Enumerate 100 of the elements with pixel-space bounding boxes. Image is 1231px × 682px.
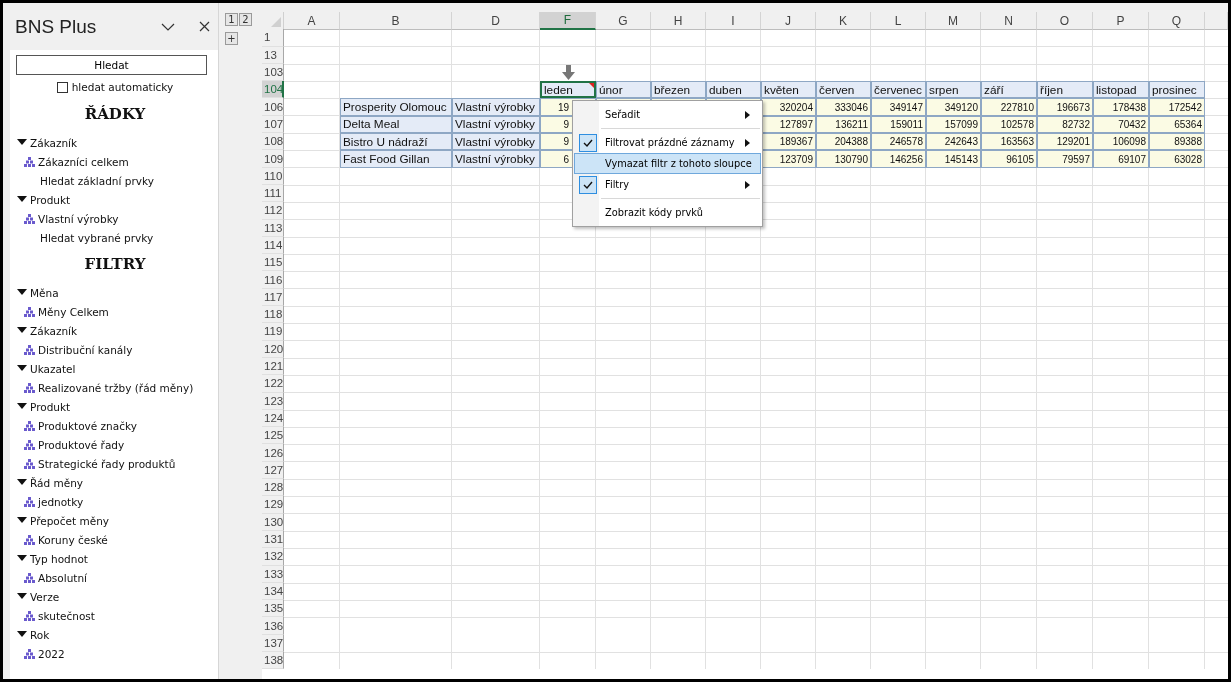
month-header-cell: září <box>981 81 1037 99</box>
column-header[interactable]: N <box>981 12 1037 30</box>
expand-triangle-icon[interactable] <box>17 139 27 146</box>
member-item[interactable]: Realizované tržby (řád měny) <box>38 381 194 394</box>
expand-triangle-icon[interactable] <box>17 365 27 372</box>
row-number[interactable]: 106 <box>262 98 284 116</box>
row-number[interactable]: 1 <box>262 29 284 47</box>
expand-triangle-icon[interactable] <box>17 517 27 524</box>
dimension-label[interactable]: Řád měny <box>30 476 84 489</box>
row-number[interactable]: 118 <box>262 306 284 324</box>
row-number[interactable]: 129 <box>262 496 284 514</box>
section-heading: ŘÁDKY <box>83 105 147 123</box>
value-cell: 172542 <box>1149 98 1205 116</box>
menu-item[interactable]: Filtry <box>574 174 761 195</box>
outline-level-button[interactable]: 1 <box>225 13 238 26</box>
row-number[interactable]: 126 <box>262 444 284 462</box>
hierarchy-icon <box>24 420 35 431</box>
dimension-label[interactable]: Přepočet měny <box>30 514 110 527</box>
row-number[interactable]: 135 <box>262 600 284 618</box>
expand-triangle-icon[interactable] <box>17 555 27 562</box>
column-header[interactable]: M <box>926 12 981 30</box>
member-item[interactable]: Koruny české <box>38 533 108 546</box>
column-header[interactable]: Q <box>1149 12 1205 30</box>
column-header[interactable]: I <box>706 12 761 30</box>
month-header-cell: listopad <box>1093 81 1149 99</box>
row-number[interactable]: 136 <box>262 617 284 635</box>
dimension-label[interactable]: Zákazník <box>30 136 78 149</box>
expand-triangle-icon[interactable] <box>17 631 27 638</box>
member-item[interactable]: Zákazníci celkem <box>38 155 129 168</box>
expand-button[interactable]: + <box>225 32 238 45</box>
value-cell: 246578 <box>871 133 926 151</box>
expand-triangle-icon[interactable] <box>17 403 27 410</box>
chevron-down-icon[interactable] <box>161 22 175 31</box>
search-link[interactable]: Hledat základní prvky <box>40 174 154 187</box>
dimension-label[interactable]: Měna <box>30 286 59 299</box>
month-header-cell: červenec <box>871 81 926 99</box>
member-item[interactable]: Strategické řady produktů <box>38 457 176 470</box>
member-item[interactable]: Vlastní výrobky <box>38 212 119 225</box>
member-item[interactable]: Absolutní <box>38 571 87 584</box>
member-item[interactable]: Produktové řady <box>38 438 125 451</box>
hierarchy-icon <box>24 306 35 317</box>
member-item[interactable]: Distribuční kanály <box>38 343 133 356</box>
menu-item[interactable]: Vymazat filtr z tohoto sloupce <box>574 153 761 174</box>
outline-level-button[interactable]: 2 <box>239 13 252 26</box>
row-number[interactable]: 116 <box>262 271 284 289</box>
expand-triangle-icon[interactable] <box>17 289 27 296</box>
expand-triangle-icon[interactable] <box>17 196 27 203</box>
value-cell: 89388 <box>1149 133 1205 151</box>
row-number[interactable]: 109 <box>262 150 284 168</box>
value-cell: 189367 <box>761 133 816 151</box>
dimension-label[interactable]: Produkt <box>30 193 71 206</box>
row-label-cell: Prosperity Olomouc <box>340 98 452 116</box>
row-number[interactable]: 104 <box>262 81 284 99</box>
dimension-label[interactable]: Ukazatel <box>30 362 76 375</box>
row-number[interactable]: 108 <box>262 133 284 151</box>
dimension-label[interactable]: Verze <box>30 590 60 603</box>
dimension-label[interactable]: Rok <box>30 628 50 641</box>
dimension-label[interactable]: Produkt <box>30 400 71 413</box>
dimension-label[interactable]: Zákazník <box>30 324 78 337</box>
value-cell: 145143 <box>926 150 981 168</box>
close-icon[interactable] <box>199 21 210 32</box>
member-item[interactable]: 2022 <box>38 647 65 660</box>
row-number[interactable]: 112 <box>262 202 284 220</box>
hierarchy-icon <box>24 439 35 450</box>
checkbox[interactable] <box>56 81 68 93</box>
hierarchy-icon <box>24 610 35 621</box>
column-header[interactable]: L <box>871 12 926 30</box>
row-number[interactable]: 122 <box>262 375 284 393</box>
expand-triangle-icon[interactable] <box>17 593 27 600</box>
column-header[interactable]: D <box>452 12 540 30</box>
member-item[interactable]: Produktové značky <box>38 419 137 432</box>
column-header[interactable]: O <box>1037 12 1093 30</box>
value-cell: 242643 <box>926 133 981 151</box>
expand-triangle-icon[interactable] <box>17 327 27 334</box>
column-header[interactable]: G <box>596 12 651 30</box>
column-header[interactable]: A <box>284 12 340 30</box>
row-number[interactable]: 119 <box>262 323 284 341</box>
dimension-label[interactable]: Typ hodnot <box>30 552 88 565</box>
row-number[interactable]: 125 <box>262 427 284 445</box>
value-cell: 204388 <box>816 133 871 151</box>
column-header[interactable]: K <box>816 12 871 30</box>
expand-triangle-icon[interactable] <box>17 479 27 486</box>
row-number[interactable]: 128 <box>262 479 284 497</box>
search-link[interactable]: Hledat vybrané prvky <box>40 231 154 244</box>
column-header[interactable]: J <box>761 12 816 30</box>
column-header[interactable]: P <box>1093 12 1149 30</box>
month-header-cell: květen <box>761 81 816 99</box>
row-number[interactable]: 115 <box>262 254 284 272</box>
value-cell: 69107 <box>1093 150 1149 168</box>
search-button[interactable]: Hledat <box>16 55 207 75</box>
row-number[interactable]: 132 <box>262 548 284 566</box>
member-item[interactable]: jednotky <box>38 495 84 508</box>
column-header[interactable]: H <box>651 12 706 30</box>
column-header[interactable]: B <box>340 12 452 30</box>
member-item[interactable]: Měny Celkem <box>38 305 109 318</box>
month-header-cell: duben <box>706 81 761 99</box>
hierarchy-icon <box>24 213 35 224</box>
member-item[interactable]: skutečnost <box>38 609 95 622</box>
menu-item[interactable]: Zobrazit kódy prvků <box>574 202 761 223</box>
column-header[interactable]: F <box>540 12 596 30</box>
